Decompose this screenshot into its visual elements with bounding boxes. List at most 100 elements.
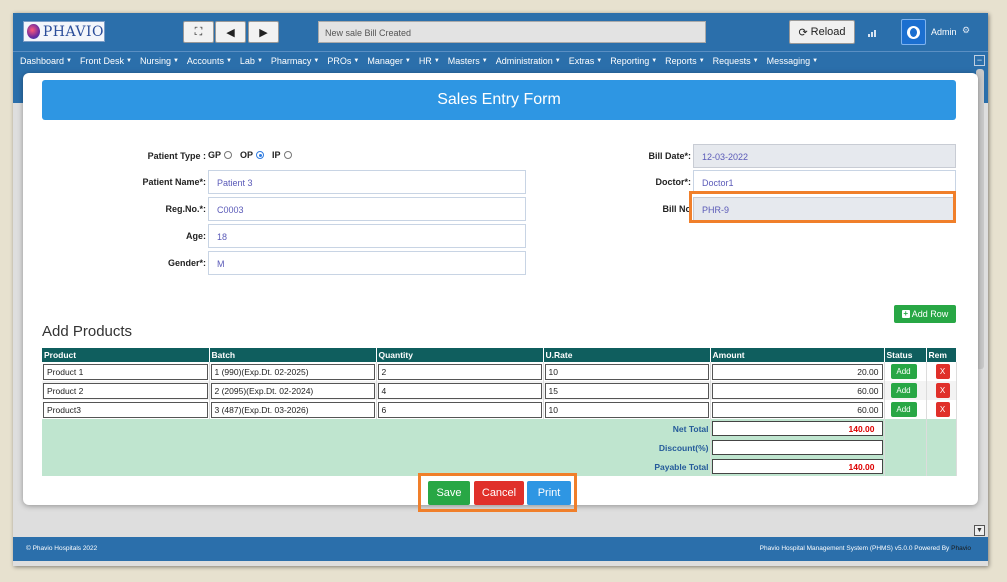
regno-field[interactable]: C0003 [208, 197, 526, 221]
caret-down-icon: ▼ [126, 58, 132, 65]
menu-reports[interactable]: Reports ▼ [665, 56, 704, 66]
radio-gp[interactable]: GP [208, 150, 233, 160]
caret-down-icon: ▼ [225, 58, 232, 65]
menu-lab[interactable]: Lab ▼ [240, 56, 263, 66]
forward-button[interactable]: ▶ [248, 21, 279, 43]
user-menu[interactable]: Admin ⚙ [901, 19, 981, 45]
menu-extras[interactable]: Extras ▼ [569, 56, 602, 66]
add-row-button[interactable]: + Add Row [894, 305, 956, 323]
add-products-title: Add Products [42, 323, 133, 340]
amount-input: 60.00 [711, 401, 883, 418]
amount-input: 60.00 [711, 382, 883, 399]
products-table: Product Batch Quantity U.Rate Amount Sta… [42, 348, 957, 476]
brand-logo[interactable]: PHAVIO [23, 21, 105, 42]
menu-front-desk[interactable]: Front Desk ▼ [80, 56, 132, 66]
discount-label: Discount(%) [42, 438, 711, 457]
row-add-button[interactable]: Add [890, 402, 917, 417]
regno-label: Reg.No.*: [165, 204, 207, 214]
payable-total-label: Payable Total [42, 457, 711, 476]
expand-icon[interactable]: ▼ [974, 525, 985, 536]
gender-field[interactable]: M [208, 251, 526, 275]
user-icon [907, 25, 920, 39]
patient-name-label: Patient Name*: [142, 177, 206, 187]
avatar [901, 19, 926, 45]
signal-icon [868, 30, 876, 37]
table-row: Product 2 2 (2095)(Exp.Dt. 02-2024) 4 15… [42, 381, 957, 400]
add-row-label: Add Row [911, 309, 949, 319]
menu-accounts[interactable]: Accounts ▼ [187, 56, 232, 66]
batch-select[interactable]: 1 (990)(Exp.Dt. 02-2025) [210, 363, 375, 380]
row-remove-button[interactable]: X [935, 364, 950, 379]
top-header: PHAVIO ⛶ ◀ ▶ New sale Bill Created ⟳ Rel… [13, 13, 988, 51]
gender-label: Gender*: [167, 258, 206, 268]
caret-down-icon: ▼ [812, 58, 819, 65]
menu-pharmacy[interactable]: Pharmacy ▼ [271, 56, 319, 66]
col-batch: Batch [209, 348, 377, 362]
menu-nursing[interactable]: Nursing ▼ [140, 56, 179, 66]
rate-input[interactable]: 10 [544, 363, 709, 380]
menu-pros[interactable]: PROs ▼ [327, 56, 359, 66]
caret-down-icon: ▼ [752, 58, 759, 65]
row-remove-button[interactable]: X [935, 402, 950, 417]
arrow-right-icon: ▶ [259, 26, 268, 39]
menu-requests[interactable]: Requests ▼ [713, 56, 759, 66]
net-total-row: Net Total 140.00 [42, 419, 957, 438]
col-amount: Amount [710, 348, 885, 362]
bill-date-label: Bill Date*: [648, 151, 691, 161]
menu-dashboard[interactable]: Dashboard ▼ [20, 56, 72, 66]
gear-icon: ⚙ [962, 25, 971, 35]
patient-name-field[interactable]: Patient 3 [208, 170, 526, 194]
bill-no-highlight [689, 191, 956, 223]
collapse-icon[interactable]: − [974, 55, 985, 66]
menu-masters[interactable]: Masters ▼ [448, 56, 488, 66]
patient-type-radio-group: GP OP IP [208, 150, 300, 160]
rate-input[interactable]: 15 [544, 382, 709, 399]
caret-down-icon: ▼ [404, 58, 411, 65]
product-input[interactable]: Product3 [43, 401, 208, 418]
patient-type-label: Patient Type : [147, 151, 206, 161]
radio-op[interactable]: OP [240, 150, 265, 160]
bill-no-label: Bill No [662, 204, 692, 214]
back-button[interactable]: ◀ [215, 21, 246, 43]
table-row: Product3 3 (487)(Exp.Dt. 03-2026) 6 10 6… [42, 400, 957, 419]
fullscreen-button[interactable]: ⛶ [183, 21, 214, 43]
row-remove-button[interactable]: X [935, 383, 950, 398]
cancel-button[interactable]: Cancel [474, 481, 524, 505]
app-window: PHAVIO ⛶ ◀ ▶ New sale Bill Created ⟳ Rel… [13, 13, 988, 566]
row-add-button[interactable]: Add [890, 383, 917, 398]
caret-down-icon: ▼ [554, 58, 561, 65]
brand-logo-icon [27, 24, 40, 39]
age-field[interactable]: 18 [208, 224, 526, 248]
radio-ip[interactable]: IP [272, 150, 292, 160]
row-add-button[interactable]: Add [890, 364, 917, 379]
quantity-input[interactable]: 2 [377, 363, 542, 380]
table-row: Product 1 1 (990)(Exp.Dt. 02-2025) 2 10 … [42, 362, 957, 381]
payable-total-value: 140.00 [711, 459, 883, 474]
product-input[interactable]: Product 2 [43, 382, 208, 399]
rate-input[interactable]: 10 [544, 401, 709, 418]
menu-administration[interactable]: Administration ▼ [496, 56, 561, 66]
doctor-label: Doctor*: [655, 177, 692, 187]
menu-manager[interactable]: Manager ▼ [367, 56, 410, 66]
menu-messaging[interactable]: Messaging ▼ [767, 56, 818, 66]
fullscreen-icon: ⛶ [194, 25, 203, 38]
col-status: Status [884, 348, 927, 362]
caret-down-icon: ▼ [651, 58, 658, 65]
brand-name: PHAVIO [42, 23, 104, 40]
net-total-label: Net Total [42, 419, 711, 438]
caret-down-icon: ▼ [433, 58, 440, 65]
quantity-input[interactable]: 6 [377, 401, 542, 418]
discount-input[interactable] [711, 440, 883, 455]
product-input[interactable]: Product 1 [43, 363, 208, 380]
print-button[interactable]: Print [527, 481, 571, 505]
reload-button[interactable]: ⟳ Reload [789, 20, 855, 44]
col-remove: Rem [926, 348, 957, 362]
menu-reporting[interactable]: Reporting ▼ [610, 56, 657, 66]
menu-hr[interactable]: HR ▼ [419, 56, 440, 66]
caret-down-icon: ▼ [172, 58, 179, 65]
batch-select[interactable]: 3 (487)(Exp.Dt. 03-2026) [210, 401, 375, 418]
bill-date-field[interactable]: 12-03-2022 [693, 144, 956, 168]
quantity-input[interactable]: 4 [377, 382, 542, 399]
save-button[interactable]: Save [428, 481, 470, 505]
batch-select[interactable]: 2 (2095)(Exp.Dt. 02-2024) [210, 382, 375, 399]
